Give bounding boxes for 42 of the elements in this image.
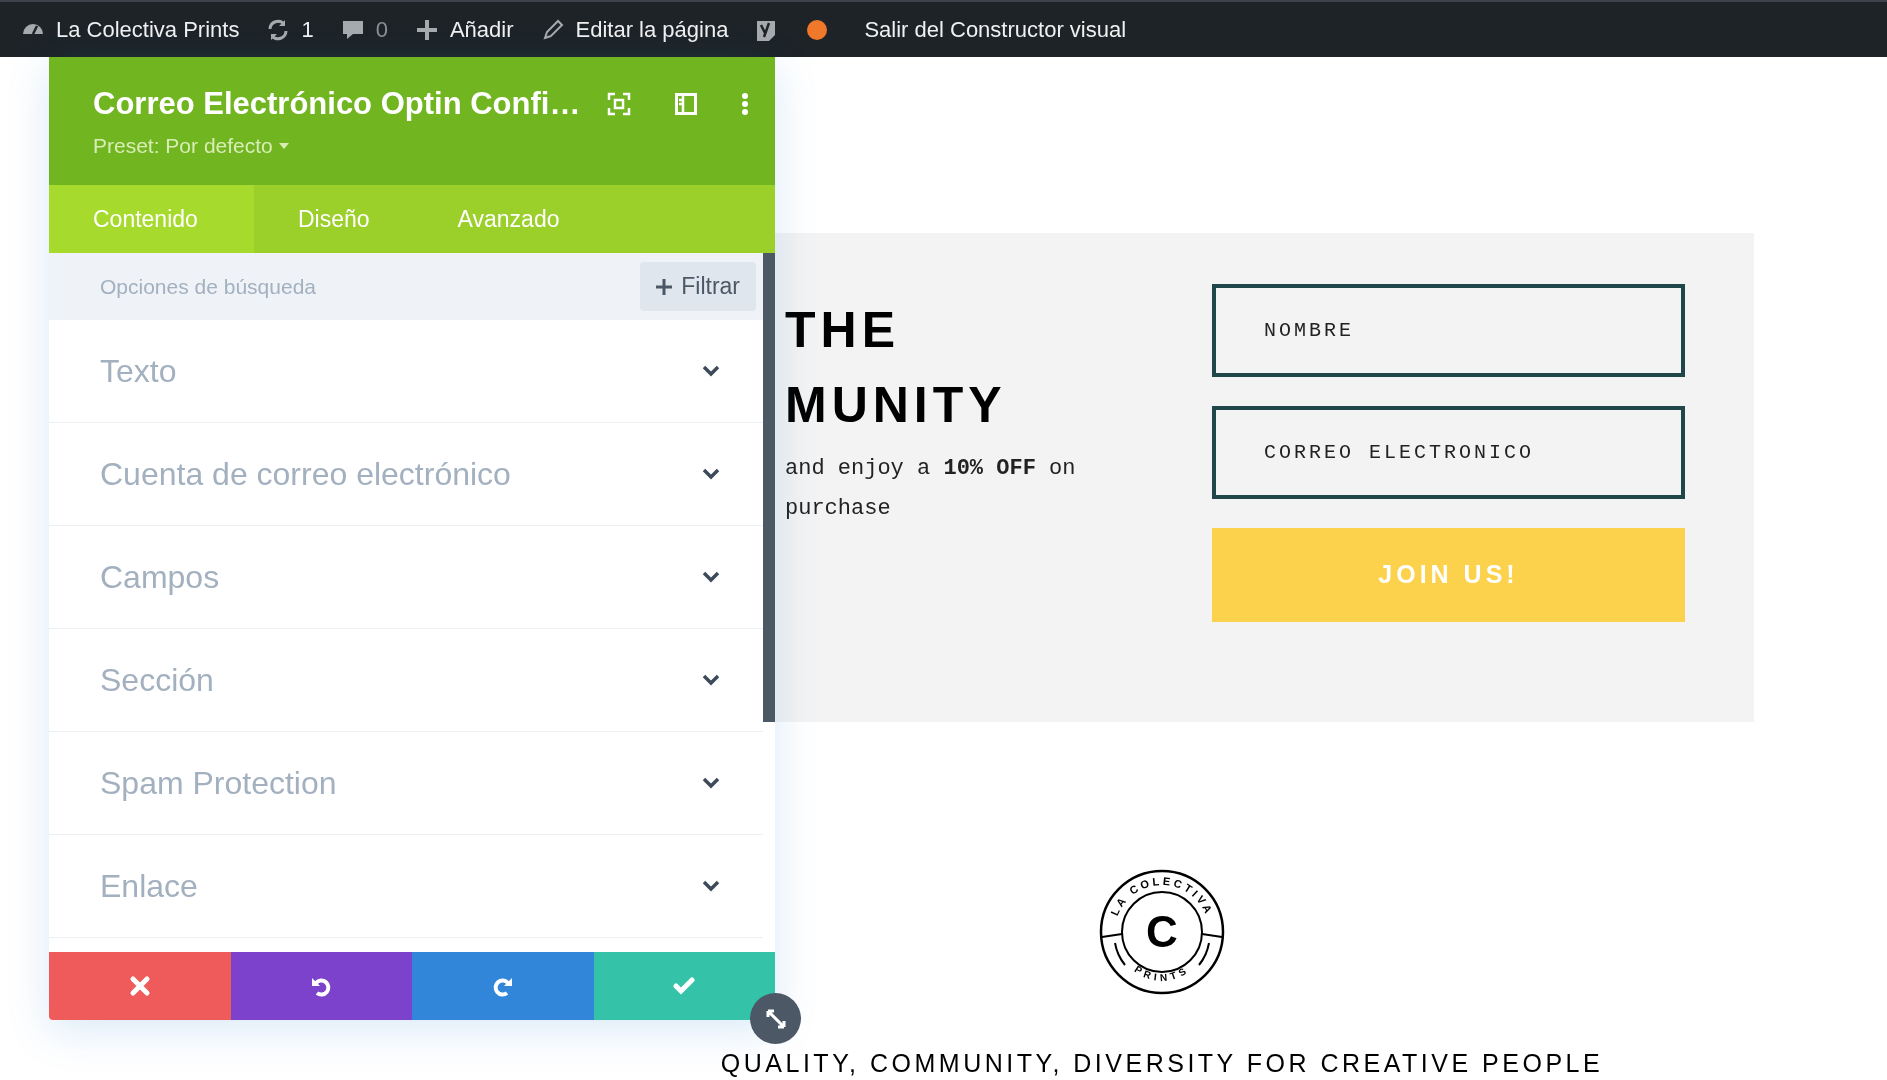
plus-icon: [656, 278, 673, 295]
checkmark-icon: [673, 975, 696, 997]
tagline: QUALITY, COMMUNITY, DIVERSITY FOR CREATIVE PEOPLE: [720, 1048, 1604, 1079]
preset-dropdown[interactable]: Preset: Por defecto: [93, 130, 749, 162]
admin-bar-link[interactable]: Añadir: [449, 13, 514, 46]
panel-tab[interactable]: Diseño: [254, 185, 414, 253]
section-label: Campos: [100, 558, 221, 597]
sidebar-layout-icon: [675, 93, 697, 115]
section-label: Sección: [100, 661, 215, 700]
section-label: Spam Protection: [100, 764, 338, 803]
accordion-section[interactable]: Spam Protection: [49, 732, 763, 835]
save-button[interactable]: [593, 952, 775, 1020]
heading-line: MUNITY: [785, 376, 1008, 435]
filter-button[interactable]: Filtrar: [640, 262, 756, 311]
join-button[interactable]: JOIN US!: [1212, 528, 1685, 622]
more-options-icon: [741, 92, 749, 116]
promo-text: and enjoy a 10% OFF on purchase: [785, 455, 1077, 523]
accordion-section[interactable]: Enlace: [49, 835, 763, 938]
panel-tab[interactable]: Avanzado: [413, 185, 604, 253]
section-label: Cuenta de correo electrónico: [100, 455, 512, 494]
section-label: Texto: [100, 352, 178, 391]
resize-handle[interactable]: [750, 993, 801, 1044]
caret-icon: [278, 142, 289, 149]
panel-tab[interactable]: Contenido: [49, 185, 254, 253]
undo-button[interactable]: [230, 952, 412, 1020]
admin-bar-link[interactable]: Editar la página: [575, 13, 729, 46]
admin-bar-link[interactable]: La Colectiva Prints: [56, 13, 240, 46]
heading-line: THE: [785, 301, 901, 360]
discard-button[interactable]: [49, 952, 231, 1020]
scrollbar-thumb[interactable]: [763, 253, 775, 722]
focus-icon: [607, 92, 631, 116]
admin-bar-link[interactable]: Salir del Constructor visual: [864, 13, 1127, 46]
input-field[interactable]: CORREO ELECTRONICO: [1212, 406, 1685, 499]
close-icon: [128, 975, 151, 997]
input-field[interactable]: NOMBRE: [1212, 284, 1685, 377]
count-label: 1: [301, 16, 314, 44]
section-label: Enlace: [100, 867, 199, 906]
panel-title: Correo Electrónico Optin Confi…: [93, 85, 582, 123]
count-label: 0: [375, 16, 388, 44]
search-field[interactable]: Opciones de búsqueda Filtrar: [49, 253, 763, 320]
status-dot-icon: [806, 18, 829, 41]
undo-icon: [310, 975, 333, 997]
